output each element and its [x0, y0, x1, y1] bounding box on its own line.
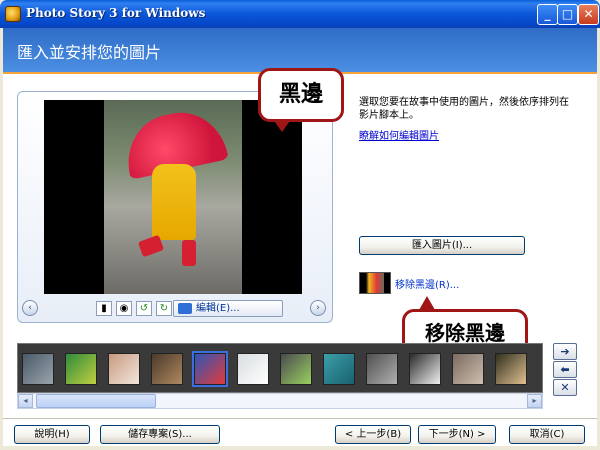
raincoat-graphic [152, 164, 196, 240]
scroll-right-arrow[interactable]: ▸ [527, 394, 542, 408]
title-bar: Photo Story 3 for Windows _ □ ✕ [0, 0, 600, 28]
minimize-button[interactable]: _ [537, 4, 558, 25]
maximize-button[interactable]: □ [557, 4, 578, 25]
footer-divider [3, 418, 597, 419]
delete-picture-button[interactable]: ✕ [553, 379, 577, 396]
edit-button-label: 編輯(E)... [196, 303, 240, 314]
remove-black-borders-link[interactable]: 移除黑邊(R)... [395, 276, 459, 291]
red-eye-icon[interactable]: ◉ [116, 301, 132, 316]
instruction-text: 選取您要在故事中使用的圖片，然後依序排列在影片腳本上。 [359, 97, 569, 121]
filmstrip-scrollbar[interactable]: ◂ ▸ [17, 393, 543, 409]
filmstrip-thumbnail[interactable] [192, 351, 228, 387]
next-picture-button[interactable]: › [310, 300, 326, 316]
filmstrip-thumbnail[interactable] [151, 353, 183, 385]
import-pictures-button[interactable]: 匯入圖片(I)... [359, 236, 525, 255]
window-title: Photo Story 3 for Windows [26, 6, 206, 20]
preview-toolbar: ‹ ▮ ◉ ↺ ↻ 編輯(E)... › [20, 300, 330, 318]
learn-edit-link[interactable]: 瞭解如何編輯圖片 [359, 127, 439, 142]
scrollbar-thumb[interactable] [36, 394, 156, 408]
photo-story-app-icon [5, 6, 21, 22]
rotate-right-icon[interactable]: ↻ [156, 301, 172, 316]
page-title: 匯入並安排您的圖片 [17, 43, 162, 62]
filmstrip-thumbnail[interactable] [280, 353, 312, 385]
move-left-button[interactable]: ⬅ [553, 361, 577, 378]
remove-black-borders-icon[interactable] [359, 272, 391, 294]
previous-picture-button[interactable]: ‹ [22, 300, 38, 316]
cancel-button[interactable]: 取消(C) [509, 425, 585, 444]
filmstrip-thumbnail[interactable] [495, 353, 527, 385]
photo-preview [44, 100, 302, 294]
boot-graphic [137, 234, 165, 258]
save-project-button[interactable]: 儲存專案(S)... [100, 425, 220, 444]
preview-photo [104, 100, 242, 294]
help-button[interactable]: 說明(H) [14, 425, 90, 444]
auto-correct-icon[interactable]: ▮ [96, 301, 112, 316]
close-button[interactable]: ✕ [578, 4, 599, 25]
filmstrip-thumbnail[interactable] [237, 353, 269, 385]
filmstrip-thumbnail[interactable] [323, 353, 355, 385]
next-button[interactable]: 下一步(N) > [418, 425, 496, 444]
callout-black-border: 黑邊 [258, 68, 344, 122]
filmstrip-thumbnail[interactable] [22, 353, 54, 385]
callout-pointer [419, 296, 435, 310]
back-button[interactable]: < 上一步(B) [335, 425, 411, 444]
rotate-left-icon[interactable]: ↺ [136, 301, 152, 316]
filmstrip [17, 343, 543, 393]
move-right-button[interactable]: ➔ [553, 343, 577, 360]
filmstrip-thumbnail[interactable] [65, 353, 97, 385]
boot-graphic [182, 240, 196, 266]
edit-button[interactable]: 編輯(E)... [173, 300, 283, 317]
filmstrip-thumbnail[interactable] [108, 353, 140, 385]
scroll-left-arrow[interactable]: ◂ [18, 394, 33, 408]
filmstrip-thumbnail[interactable] [409, 353, 441, 385]
edit-pencil-icon [178, 303, 192, 314]
filmstrip-thumbnail[interactable] [366, 353, 398, 385]
filmstrip-thumbnail[interactable] [452, 353, 484, 385]
page-header: 匯入並安排您的圖片 [3, 28, 597, 72]
